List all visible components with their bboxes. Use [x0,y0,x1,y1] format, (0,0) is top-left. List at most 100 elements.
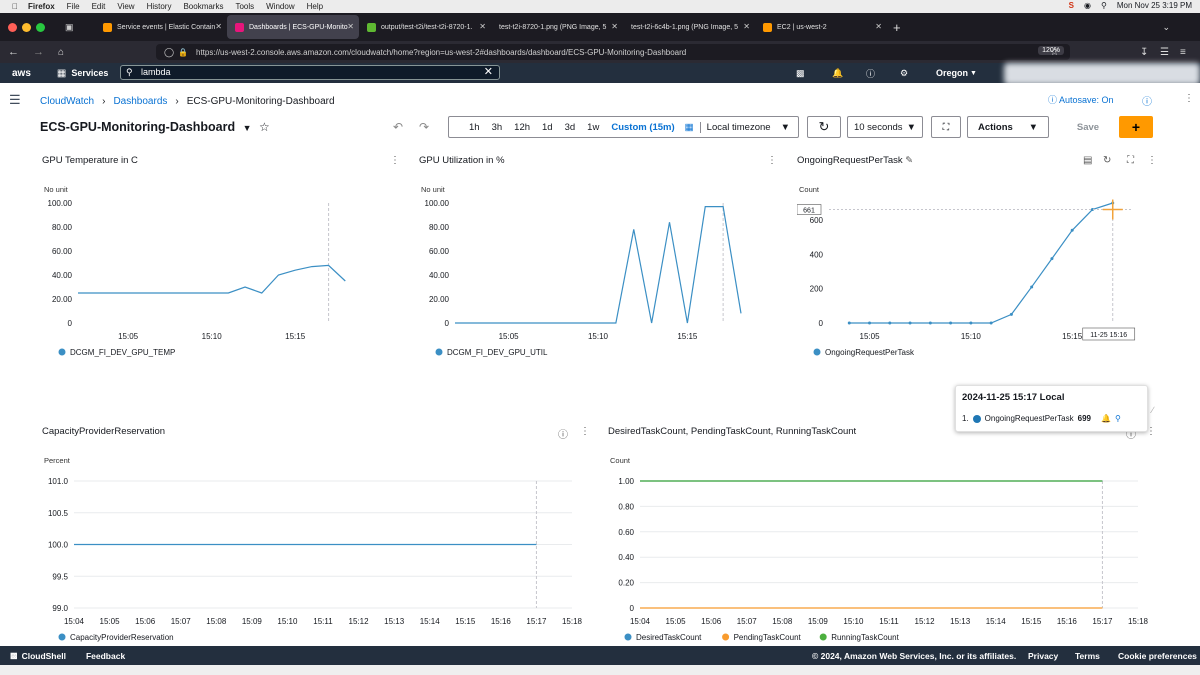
aws-search-input[interactable]: ⚲ lambda ✕ [120,65,500,80]
range-3d[interactable]: 3d [563,122,586,133]
home-icon[interactable]: ⌂ [58,47,64,58]
favorite-star-icon[interactable]: ☆ [259,120,270,134]
forward-icon[interactable]: → [33,46,44,58]
menu-tools[interactable]: Tools [235,2,254,11]
undo-icon[interactable]: ↶ [388,116,408,138]
close-tab-icon[interactable]: ✕ [875,22,882,31]
expand-icon[interactable]: ⛶ [1127,155,1134,166]
notifications-icon[interactable]: 🔔 [832,68,843,79]
redo-icon[interactable]: ↷ [414,116,434,138]
downloads-icon[interactable]: ↧ [1140,47,1148,58]
info-icon[interactable]: ⓘ [558,426,568,441]
caret-down-icon[interactable]: ▼ [243,123,252,133]
tab-list-icon[interactable]: ⌄ [1162,22,1170,33]
breadcrumb-dashboards[interactable]: Dashboards [113,96,167,107]
cookie-preferences-link[interactable]: Cookie preferences [1118,651,1197,661]
legend-label: RunningTaskCount [831,633,899,642]
range-1h[interactable]: 1h [457,122,490,133]
privacy-link[interactable]: Privacy [1028,651,1058,661]
bookmark-star-icon[interactable]: ☆ [1050,47,1059,58]
menu-help[interactable]: Help [307,2,323,11]
feedback-link[interactable]: Feedback [86,651,125,661]
menu-edit[interactable]: Edit [92,2,106,11]
cloudshell-icon[interactable]: ▩ [796,68,805,79]
aws-logo[interactable]: aws [12,68,31,79]
services-grid-icon[interactable]: ▦ [57,68,66,79]
actions-dropdown[interactable]: Actions ▼ [966,116,1049,138]
breadcrumb-cloudwatch[interactable]: CloudWatch [40,96,94,107]
clear-search-icon[interactable]: ✕ [484,66,493,79]
widget-refresh-icon[interactable]: ↻ [1103,155,1111,166]
range-custom[interactable]: Custom (15m) [609,122,684,133]
apple-icon[interactable]:  [12,2,18,11]
extensions-icon[interactable]: ☰ [1160,47,1169,58]
alarm-bell-icon[interactable]: 🔔 [1101,414,1111,423]
help-icon[interactable]: ⓘ [866,67,875,80]
shield-icon[interactable]: ◯ [164,47,174,58]
info-icon[interactable]: ⓘ [1142,93,1152,108]
timezone-select[interactable]: Local timezone [699,121,781,133]
range-12h[interactable]: 12h [512,122,540,133]
lock-icon[interactable]: 🔒 [178,48,188,57]
range-3h[interactable]: 3h [490,122,513,133]
terms-link[interactable]: Terms [1075,651,1100,661]
data-point [888,321,892,325]
menu-file[interactable]: File [67,2,80,11]
services-button[interactable]: Services [71,68,108,78]
autosave-toggle[interactable]: ⓘ Autosave: On [1048,93,1114,106]
tab-png-2[interactable]: test-t2i-6c4b-1.png (PNG Image, 5 ✕ [623,15,755,39]
maximize-window-icon[interactable] [36,22,45,32]
refresh-interval-select[interactable]: 10 seconds ▼ [846,116,923,138]
url-field[interactable]: ◯ 🔒 https://us-west-2.console.aws.amazon… [156,44,1070,60]
menu-window[interactable]: Window [266,2,294,11]
more-options-icon[interactable]: ⋮ [767,155,777,166]
refresh-icon[interactable]: ↻ [806,116,841,138]
tab-output[interactable]: output/test-t2i/test-t2i-8720-1. ✕ [359,15,491,39]
fullscreen-icon[interactable]: ⛶ [930,116,961,138]
range-1w[interactable]: 1w [585,122,609,133]
close-tab-icon[interactable]: ✕ [347,22,354,31]
more-options-icon[interactable]: ⋮ [580,426,590,437]
wifi-icon[interactable]: ◉ [1084,1,1091,10]
cloudshell-link[interactable]: CloudShell [22,651,66,661]
tab-service-events[interactable]: Service events | Elastic Contain ✕ [95,15,227,39]
minimize-window-icon[interactable] [22,22,31,32]
y-tick-label: 80.00 [429,223,450,232]
side-nav-toggle-icon[interactable]: ☰ [9,92,21,108]
save-button[interactable]: Save [1063,116,1113,138]
search-icon[interactable]: ⚲ [1101,1,1107,10]
more-options-icon[interactable]: ⋮ [390,155,400,166]
close-tab-icon[interactable]: ✕ [743,22,750,31]
tab-ec2[interactable]: EC2 | us-west-2 ✕ [755,15,887,39]
status-icon[interactable]: S [1069,1,1074,10]
tab-png-1[interactable]: test-t2i-8720-1.png (PNG Image, 5 ✕ [491,15,623,39]
app-name[interactable]: Firefox [28,2,55,11]
new-tab-icon[interactable]: + [893,20,901,35]
settings-icon[interactable]: ⚙ [900,68,908,79]
region-selector[interactable]: Oregon [936,68,968,78]
menu-history[interactable]: History [147,2,172,11]
gpu-temperature-chart: 0 20.00 40.00 60.00 80.00 100.00 15:05 15:10 15:… [48,199,346,357]
calendar-icon[interactable]: ▦ [685,122,700,133]
menu-view[interactable]: View [117,2,134,11]
cloudshell-icon[interactable]: ▩ [10,651,18,660]
legend-swatch [435,348,443,356]
logs-icon[interactable]: ▤ [1083,155,1092,166]
close-tab-icon[interactable]: ✕ [611,22,618,31]
edit-pencil-icon[interactable]: ✎ [905,155,913,166]
more-options-icon[interactable]: ⋮ [1147,155,1157,166]
back-icon[interactable]: ← [8,46,19,58]
clock[interactable]: Mon Nov 25 3:19 PM [1117,1,1192,10]
more-options-icon[interactable]: ⋮ [1184,93,1194,104]
resize-handle-icon[interactable]: ∕ [1152,405,1154,415]
add-widget-button[interactable]: + [1118,116,1153,138]
close-tab-icon[interactable]: ✕ [479,22,486,31]
menu-bookmarks[interactable]: Bookmarks [183,2,223,11]
tab-dashboards[interactable]: Dashboards | ECS-GPU-Monito ✕ [227,15,359,39]
menu-icon[interactable]: ≡ [1180,47,1186,58]
search-icon[interactable]: ⚲ [1115,414,1121,423]
close-window-icon[interactable] [8,22,17,32]
close-tab-icon[interactable]: ✕ [215,22,222,31]
range-1d[interactable]: 1d [540,122,563,133]
tab-overview-icon[interactable]: ▣ [65,22,95,33]
